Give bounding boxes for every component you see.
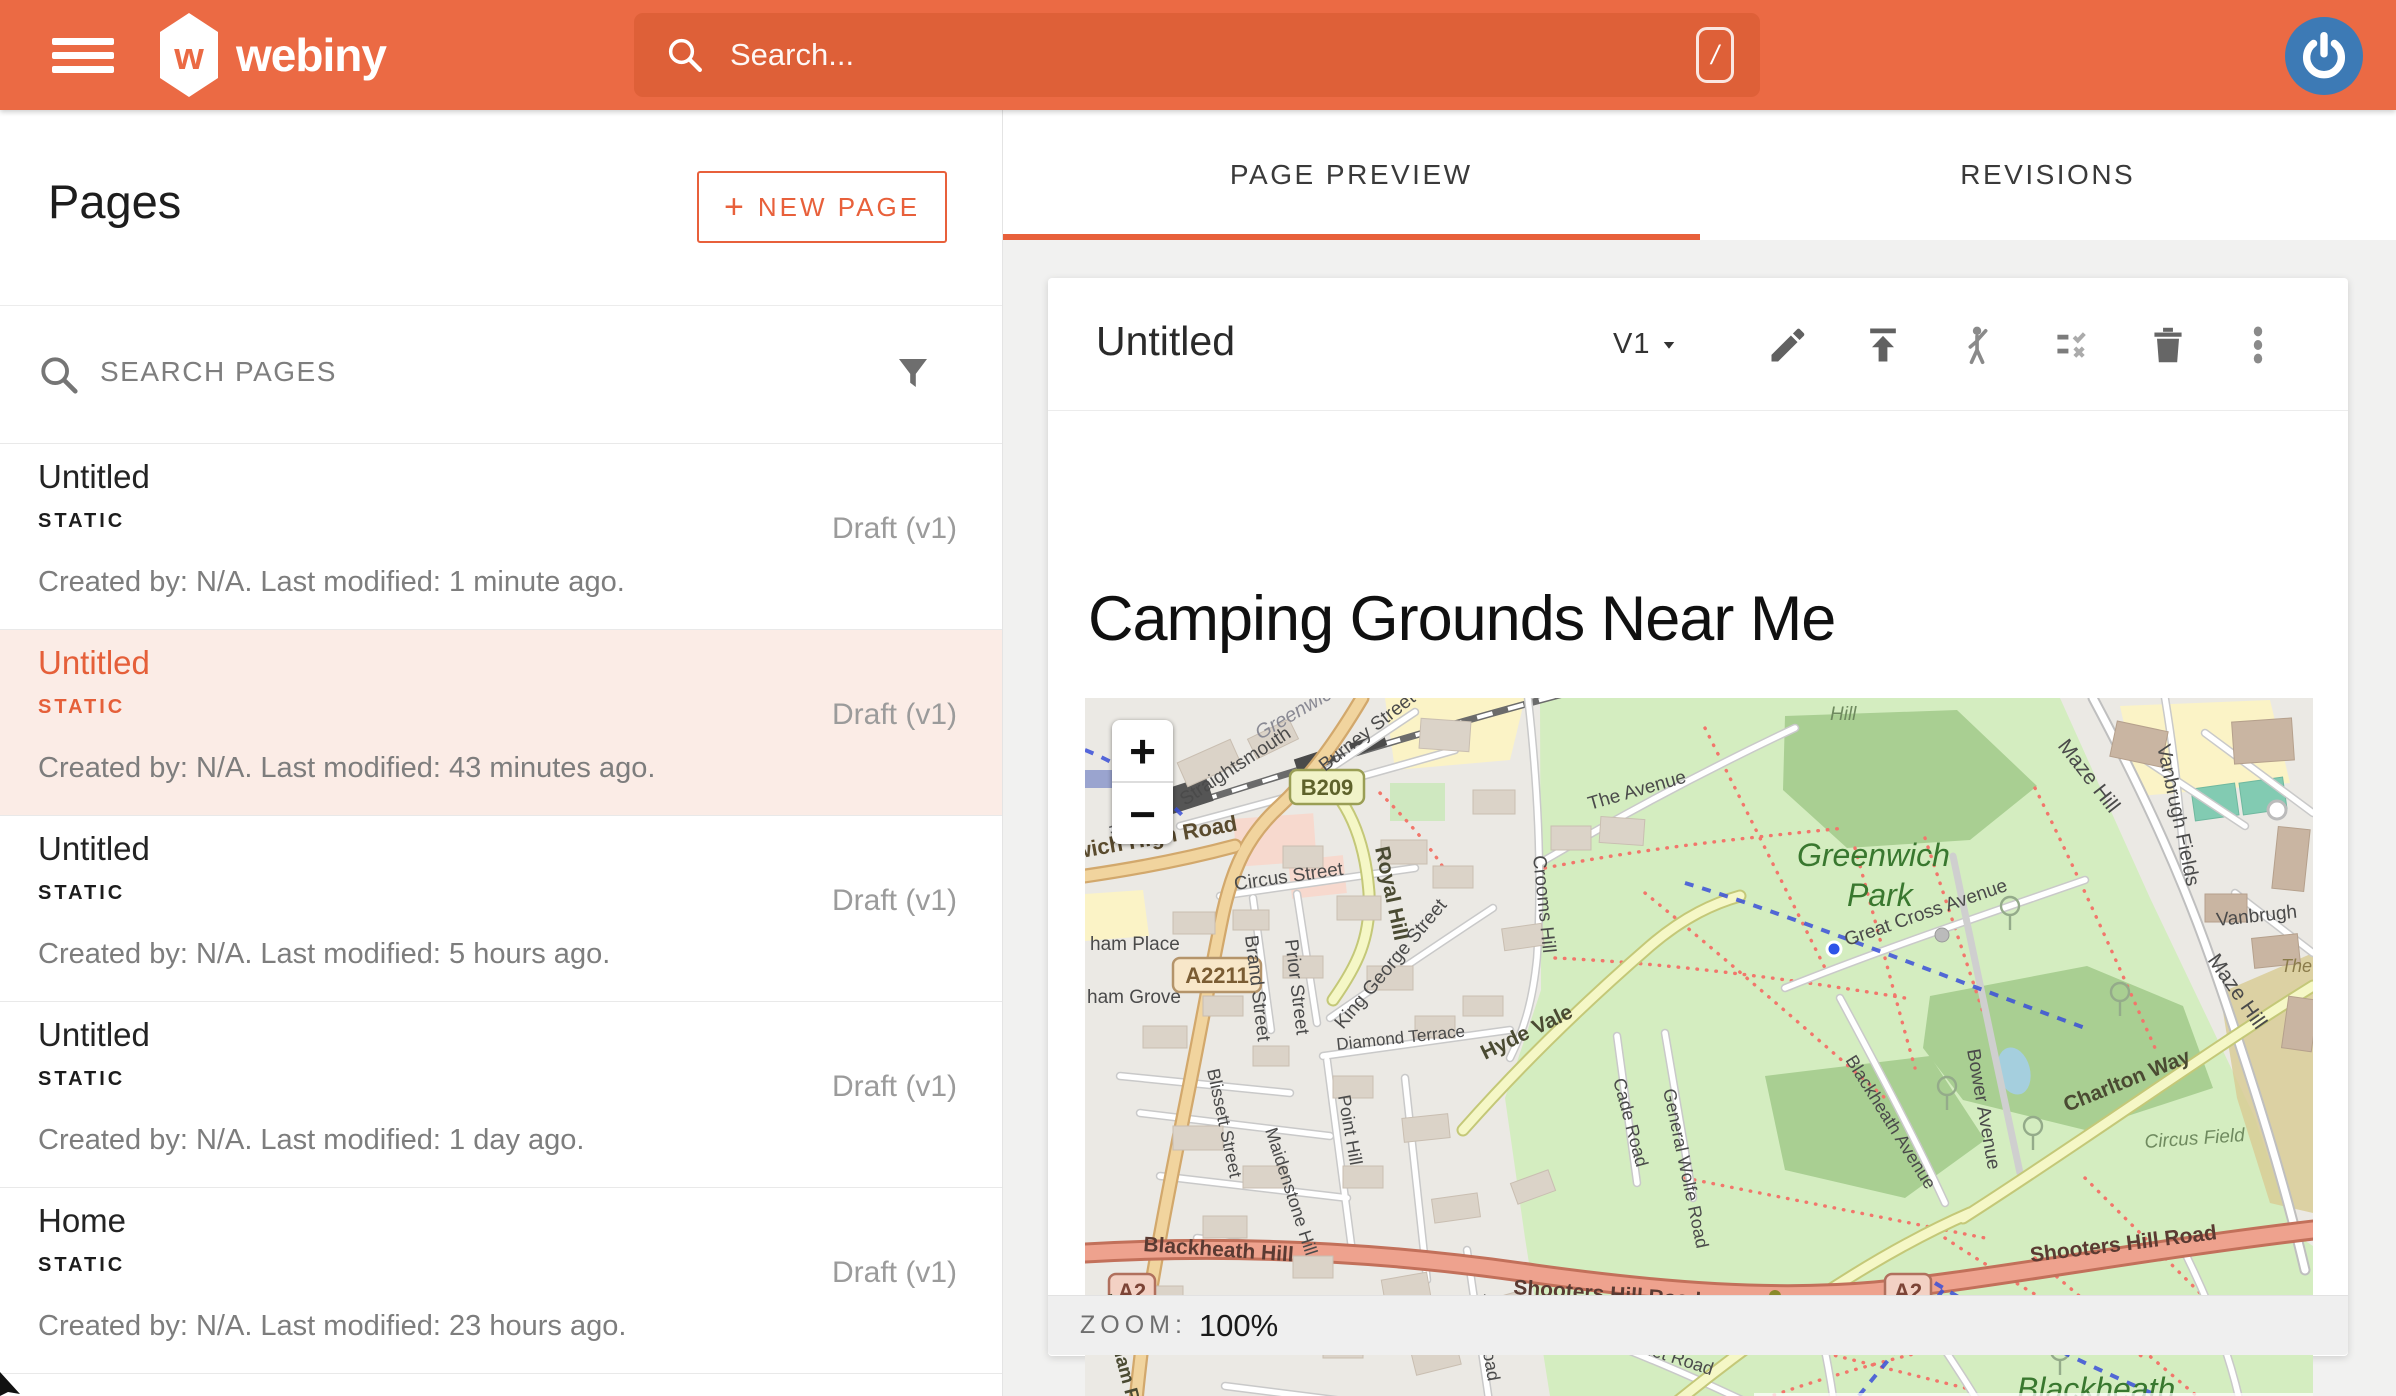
webiny-hexagon-icon: w	[160, 13, 218, 97]
zoom-label: ZOOM:	[1080, 1311, 1187, 1340]
global-search-placeholder: Search...	[730, 37, 854, 73]
map-poi-icon	[1935, 928, 1949, 942]
map-label: Greenwich	[1797, 837, 1950, 873]
status-badge: Draft (v1)	[832, 512, 957, 546]
list-item[interactable]: Untitled STATIC Draft (v1) Created by: N…	[0, 1001, 1002, 1187]
list-item-meta: Created by: N/A. Last modified: 23 hours…	[38, 1310, 626, 1343]
status-badge: Draft (v1)	[832, 884, 957, 918]
caret-down-icon	[1660, 336, 1678, 354]
preview-content-area: Untitled V1	[1003, 240, 2396, 1396]
list-item-meta: Created by: N/A. Last modified: 1 day ag…	[38, 1124, 584, 1157]
pages-sidebar: Pages + NEW PAGE Untitled STATIC Draft (…	[0, 110, 1003, 1396]
search-pages-input[interactable]	[100, 356, 700, 388]
list-item-title: Untitled	[38, 644, 150, 682]
page-title: Pages	[48, 174, 181, 229]
requested-changes-button[interactable]	[2048, 320, 2098, 370]
more-options-button[interactable]	[2233, 320, 2283, 370]
version-selector[interactable]: V1	[1613, 328, 1678, 361]
status-badge: Draft (v1)	[832, 1070, 957, 1104]
webiny-logo[interactable]: w webiny	[160, 13, 386, 97]
list-check-x-icon	[2051, 323, 2095, 367]
submit-review-button[interactable]	[1953, 320, 2003, 370]
version-label: V1	[1613, 328, 1650, 361]
list-item[interactable]: Untitled STATIC Draft (v1) Created by: N…	[0, 815, 1002, 1001]
map-label: ham Grove	[1087, 987, 1181, 1008]
kebab-menu-icon	[2236, 323, 2280, 367]
edit-button[interactable]	[1763, 320, 1813, 370]
app-header: w webiny Search... /	[0, 0, 2396, 110]
list-item[interactable]: Untitled STATIC Draft (v1) Created by: N…	[0, 443, 1002, 629]
list-item-meta: Created by: N/A. Last modified: 43 minut…	[38, 752, 655, 785]
svg-text:w: w	[173, 36, 204, 78]
zoom-in-button[interactable]: +	[1112, 720, 1173, 781]
power-icon	[2298, 30, 2350, 82]
tab-page-preview[interactable]: PAGE PREVIEW	[1003, 110, 1700, 240]
plus-icon: +	[724, 188, 744, 227]
new-page-button[interactable]: + NEW PAGE	[697, 171, 947, 243]
new-page-button-label: NEW PAGE	[758, 192, 920, 223]
list-item-meta: Created by: N/A. Last modified: 5 hours …	[38, 938, 610, 971]
publish-button[interactable]	[1858, 320, 1908, 370]
trash-icon	[2146, 323, 2190, 367]
list-item-title: Untitled	[38, 1016, 150, 1054]
openstreetmap[interactable]: B209A2211A2A2 Greenwich LineStraightsmou…	[1085, 698, 2313, 1396]
filter-icon[interactable]	[892, 352, 934, 394]
page-preview-card: Untitled V1	[1048, 278, 2348, 1356]
map-label: Hill	[1830, 704, 1857, 725]
preview-tabbar: PAGE PREVIEW REVISIONS	[1003, 110, 2396, 240]
map-label: The	[2281, 956, 2312, 976]
list-item-type-badge: STATIC	[38, 510, 125, 533]
delete-button[interactable]	[2143, 320, 2193, 370]
search-icon	[664, 34, 706, 76]
publish-icon	[1861, 323, 1905, 367]
status-badge: Draft (v1)	[832, 1256, 957, 1290]
person-raising-hand-icon	[1955, 322, 2001, 368]
list-item-title: Untitled	[38, 458, 150, 496]
logo-wordmark: webiny	[236, 28, 386, 82]
list-item-title: Untitled	[38, 830, 150, 868]
list-item[interactable]: Untitled STATIC Draft (v1) Created by: N…	[0, 629, 1002, 815]
pages-list: Untitled STATIC Draft (v1) Created by: N…	[0, 443, 1002, 1373]
global-search-bar[interactable]: Search... /	[634, 13, 1760, 97]
edit-pencil-icon	[1766, 323, 1810, 367]
list-item-type-badge: STATIC	[38, 696, 125, 719]
mouse-cursor	[0, 1370, 30, 1396]
search-pages-icon	[36, 352, 82, 398]
preview-page-title: Untitled	[1096, 318, 1235, 365]
svg-text:A2211: A2211	[1185, 963, 1249, 988]
list-item-type-badge: STATIC	[38, 882, 125, 905]
list-item-type-badge: STATIC	[38, 1254, 125, 1277]
list-item[interactable]: Home STATIC Draft (v1) Created by: N/A. …	[0, 1187, 1002, 1373]
status-badge: Draft (v1)	[832, 698, 957, 732]
slash-shortcut-badge: /	[1696, 27, 1734, 83]
content-heading: Camping Grounds Near Me	[1088, 583, 1835, 655]
pages-header-row: Pages + NEW PAGE	[0, 110, 1002, 305]
tab-revisions[interactable]: REVISIONS	[1700, 110, 2396, 240]
svg-text:B209: B209	[1301, 775, 1354, 800]
list-item-partial	[0, 1373, 1002, 1396]
list-item-type-badge: STATIC	[38, 1068, 125, 1091]
hamburger-menu-icon[interactable]	[52, 38, 114, 74]
zoom-out-button[interactable]: −	[1112, 783, 1173, 844]
list-item-title: Home	[38, 1202, 126, 1240]
map-marker-dot	[1827, 942, 1841, 956]
map-label: ham Place	[1090, 934, 1180, 955]
preview-card-header: Untitled V1	[1048, 278, 2348, 411]
map-label: Park	[1847, 877, 1915, 913]
map-zoom-control: + −	[1112, 720, 1173, 844]
search-pages-row	[0, 305, 1002, 443]
avatar[interactable]	[2285, 17, 2363, 95]
preview-zoom-bar: ZOOM: 100%	[1048, 1295, 2348, 1355]
zoom-value: 100%	[1199, 1308, 1278, 1344]
list-item-meta: Created by: N/A. Last modified: 1 minute…	[38, 566, 625, 599]
